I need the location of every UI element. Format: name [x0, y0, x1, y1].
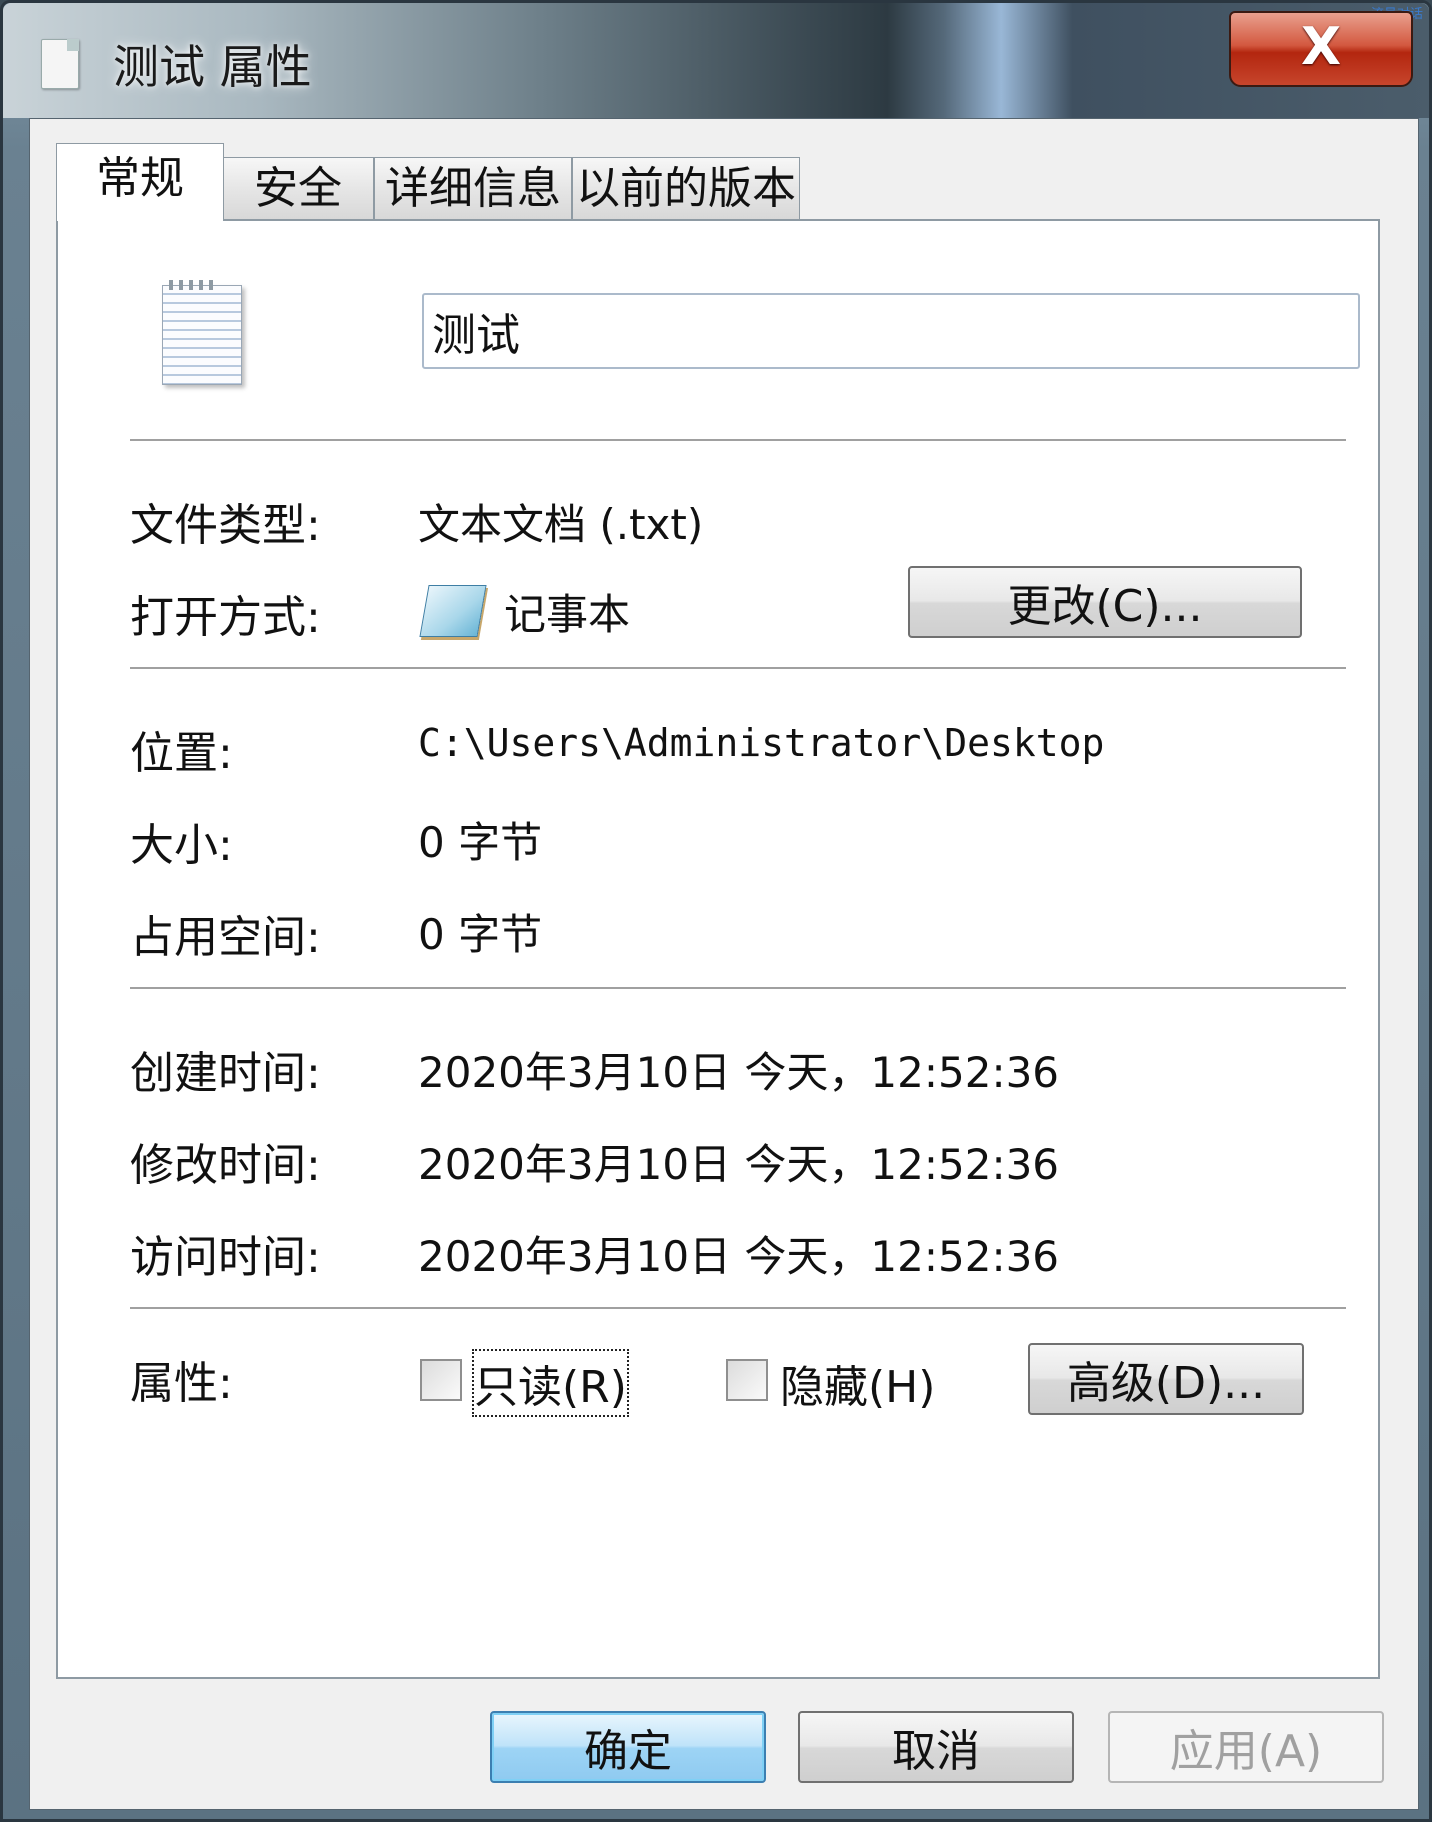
- divider: [130, 667, 1346, 669]
- text-document-icon: [162, 280, 242, 385]
- close-icon: X: [1300, 17, 1342, 77]
- properties-window: 测试 属性 流量对话 X 常规 安全 详细信息 以前的版本 文件类型: 文本文档…: [0, 0, 1432, 1822]
- size-on-disk-value: 0 字节: [418, 910, 543, 959]
- readonly-label[interactable]: 只读(R): [472, 1349, 629, 1417]
- advanced-button[interactable]: 高级(D)...: [1028, 1343, 1304, 1415]
- cancel-button[interactable]: 取消: [798, 1711, 1074, 1783]
- change-button[interactable]: 更改(C)...: [908, 566, 1302, 638]
- apply-button[interactable]: 应用(A): [1108, 1711, 1384, 1783]
- location-label: 位置:: [130, 728, 233, 779]
- close-button[interactable]: X: [1229, 11, 1413, 87]
- tab-previous-versions[interactable]: 以前的版本: [572, 157, 800, 219]
- file-type-value: 文本文档 (.txt): [418, 500, 704, 549]
- file-type-label: 文件类型:: [130, 500, 321, 551]
- ok-button[interactable]: 确定: [490, 1711, 766, 1783]
- divider: [130, 439, 1346, 441]
- open-with-value: 记事本: [504, 590, 631, 639]
- tab-security[interactable]: 安全: [222, 157, 374, 219]
- tab-general[interactable]: 常规: [56, 143, 224, 221]
- dialog-client-area: 常规 安全 详细信息 以前的版本 文件类型: 文本文档 (.txt) 打开方式:…: [29, 118, 1419, 1810]
- general-tab-panel: 文件类型: 文本文档 (.txt) 打开方式: 记事本 更改(C)... 位置:…: [56, 219, 1380, 1679]
- window-title: 测试 属性: [113, 40, 312, 94]
- modified-value: 2020年3月10日 今天，12:52:36: [418, 1140, 1060, 1189]
- notepad-icon: [419, 585, 487, 637]
- size-on-disk-label: 占用空间:: [130, 912, 321, 963]
- size-value: 0 字节: [418, 818, 543, 867]
- accessed-value: 2020年3月10日 今天，12:52:36: [418, 1232, 1060, 1281]
- created-label: 创建时间:: [130, 1048, 321, 1099]
- accessed-label: 访问时间:: [130, 1232, 321, 1283]
- divider: [130, 1307, 1346, 1309]
- readonly-checkbox[interactable]: [420, 1359, 462, 1401]
- modified-label: 修改时间:: [130, 1140, 321, 1191]
- divider: [130, 987, 1346, 989]
- open-with-label: 打开方式:: [130, 592, 321, 643]
- attributes-label: 属性:: [130, 1358, 233, 1409]
- file-name-input[interactable]: [422, 293, 1360, 369]
- created-value: 2020年3月10日 今天，12:52:36: [418, 1048, 1060, 1097]
- location-value: C:\Users\Administrator\Desktop: [418, 721, 1105, 765]
- title-bar[interactable]: 测试 属性 流量对话 X: [3, 3, 1429, 118]
- hidden-label[interactable]: 隐藏(H): [780, 1351, 935, 1415]
- hidden-checkbox[interactable]: [726, 1359, 768, 1401]
- tab-details[interactable]: 详细信息: [374, 157, 572, 219]
- text-file-icon: [41, 39, 79, 89]
- size-label: 大小:: [130, 820, 233, 871]
